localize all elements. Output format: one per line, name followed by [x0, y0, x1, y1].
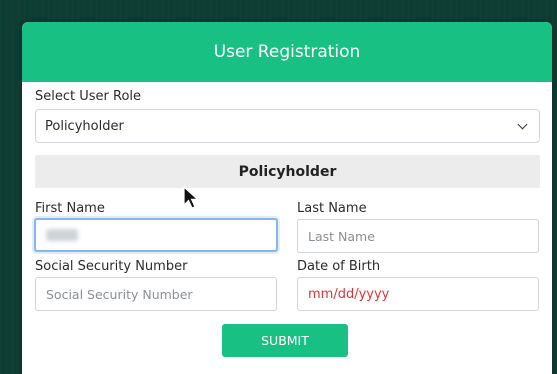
- form-header: User Registration: [22, 22, 552, 82]
- dob-label: Date of Birth: [297, 259, 381, 274]
- submit-label: SUBMIT: [261, 333, 309, 348]
- ssn-placeholder: Social Security Number: [46, 286, 193, 302]
- ssn-input[interactable]: Social Security Number: [35, 277, 277, 311]
- last-name-placeholder: Last Name: [308, 228, 375, 244]
- ssn-label: Social Security Number: [35, 259, 188, 274]
- last-name-input[interactable]: Last Name: [297, 219, 539, 253]
- dob-placeholder: mm/dd/yyyy: [308, 286, 390, 302]
- section-title: Policyholder: [238, 163, 337, 180]
- redacted-value: [46, 229, 78, 241]
- role-label: Select User Role: [35, 89, 142, 104]
- role-select[interactable]: Policyholder: [35, 109, 540, 143]
- first-name-input[interactable]: [34, 218, 278, 252]
- form-title: User Registration: [213, 42, 361, 62]
- first-name-label: First Name: [35, 201, 105, 216]
- registration-card: User Registration Select User Role Polic…: [22, 22, 552, 374]
- mouse-pointer-icon: [183, 186, 199, 209]
- section-header: Policyholder: [35, 155, 540, 188]
- chevron-down-icon: [517, 119, 528, 130]
- role-select-value: Policyholder: [45, 118, 124, 134]
- dob-input[interactable]: mm/dd/yyyy: [297, 277, 539, 311]
- last-name-label: Last Name: [297, 201, 367, 216]
- submit-button[interactable]: SUBMIT: [222, 324, 348, 357]
